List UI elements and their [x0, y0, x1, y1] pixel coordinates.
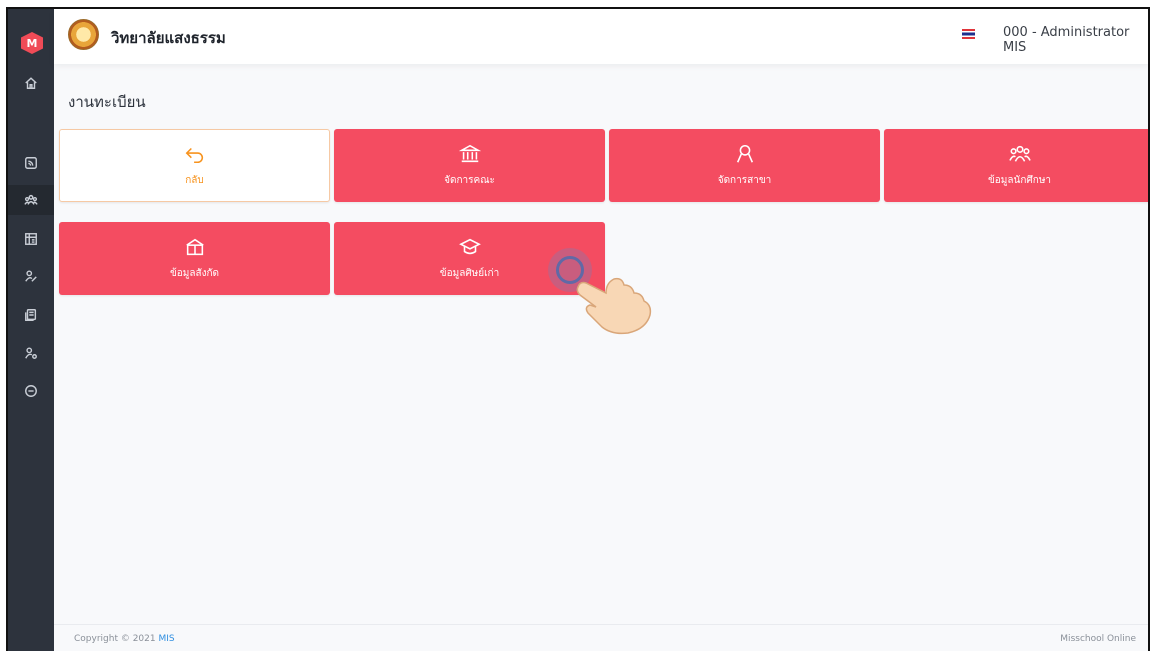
manage-faculty-button[interactable]: จัดการคณะ [334, 129, 605, 202]
alumni-info-label: ข้อมูลศิษย์เก่า [439, 268, 500, 279]
grid-icon[interactable] [8, 224, 54, 254]
student-info-label: ข้อมูลนักศึกษา [987, 175, 1052, 186]
pointer-hand-icon [576, 277, 652, 335]
affiliation-info-label: ข้อมูลสังกัด [169, 268, 220, 279]
user-icon [734, 143, 756, 165]
graduation-cap-icon [458, 236, 481, 258]
manage-faculty-label: จัดการคณะ [444, 175, 495, 186]
back-arrow-icon [184, 143, 206, 165]
school-name: วิทยาลัยแสงธรรม [111, 29, 226, 47]
affiliation-info-button[interactable]: ข้อมูลสังกัด [59, 222, 330, 295]
rss-icon[interactable] [8, 148, 54, 178]
manage-branch-label: จัดการสาขา [717, 175, 772, 186]
document-icon[interactable] [8, 300, 54, 330]
app-window: M วิทยาลัยแสงธรรม 000 - Administrator MI… [6, 7, 1150, 651]
back-button[interactable]: กลับ [59, 129, 330, 202]
user-edit-icon[interactable] [8, 261, 54, 291]
back-label: กลับ [185, 175, 204, 186]
group-icon[interactable] [8, 185, 54, 215]
institution-icon [458, 143, 481, 165]
group-icon [1008, 143, 1031, 165]
book-icon [184, 236, 206, 258]
footer-brand: Misschool Online [1060, 634, 1136, 644]
mis-link[interactable]: MIS [158, 634, 174, 644]
user-label[interactable]: 000 - Administrator MIS [1003, 25, 1148, 55]
footer: Copyright © 2021 MIS Misschool Online [54, 624, 1148, 651]
manage-branch-button[interactable]: จัดการสาขา [609, 129, 880, 202]
school-logo[interactable] [68, 19, 99, 50]
user-gear-icon[interactable] [8, 338, 54, 368]
student-info-button[interactable]: ข้อมูลนักศึกษา [884, 129, 1148, 202]
page-title: งานทะเบียน [68, 93, 146, 111]
top-header: วิทยาลัยแสงธรรม 000 - Administrator MIS [54, 9, 1148, 64]
copyright: Copyright © 2021 MIS [74, 634, 175, 644]
copyright-text: Copyright © 2021 [74, 634, 159, 644]
sidebar: M [8, 9, 54, 651]
brand-logo[interactable]: M [21, 32, 43, 54]
thai-flag-icon[interactable] [962, 29, 975, 39]
logout-icon[interactable] [8, 376, 54, 406]
home-icon[interactable] [8, 68, 54, 98]
